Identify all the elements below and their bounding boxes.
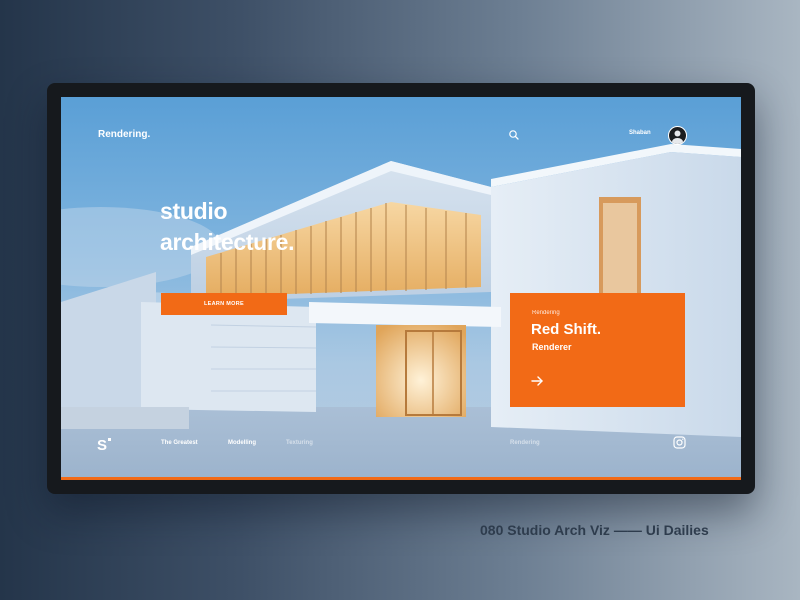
nav-item-modelling[interactable]: Modelling [228, 440, 256, 446]
nav-item-rendering[interactable]: Rendering [510, 440, 540, 446]
user-name[interactable]: Shaban [629, 130, 651, 136]
nav-item-texturing[interactable]: Texturing [286, 440, 313, 446]
hero-title-line2: architecture. [160, 229, 295, 255]
instagram-icon[interactable] [673, 436, 686, 449]
learn-more-button[interactable]: LEARN MORE [161, 293, 287, 315]
promo-eyebrow: Rendering [532, 310, 560, 316]
arrow-right-icon[interactable] [530, 374, 544, 388]
promo-subtitle: Renderer [532, 342, 572, 352]
nav-item-the-greatest[interactable]: The Greatest [161, 440, 198, 446]
ui-overlay: Rendering. Shaban studio architecture. L… [61, 97, 741, 479]
avatar[interactable] [668, 126, 687, 145]
promo-card[interactable]: Rendering Red Shift. Renderer [510, 293, 685, 407]
search-icon[interactable] [507, 128, 521, 142]
hero-title: studio architecture. [160, 196, 294, 258]
svg-text:S: S [97, 437, 107, 453]
hero-title-line1: studio [160, 198, 228, 224]
promo-title: Red Shift. [531, 321, 601, 338]
brand-logo-text[interactable]: Rendering. [98, 129, 150, 140]
avatar-icon [672, 130, 683, 144]
shot-caption: 080 Studio Arch Viz —— Ui Dailies [480, 522, 709, 538]
site-logo-icon[interactable]: S [96, 435, 114, 453]
